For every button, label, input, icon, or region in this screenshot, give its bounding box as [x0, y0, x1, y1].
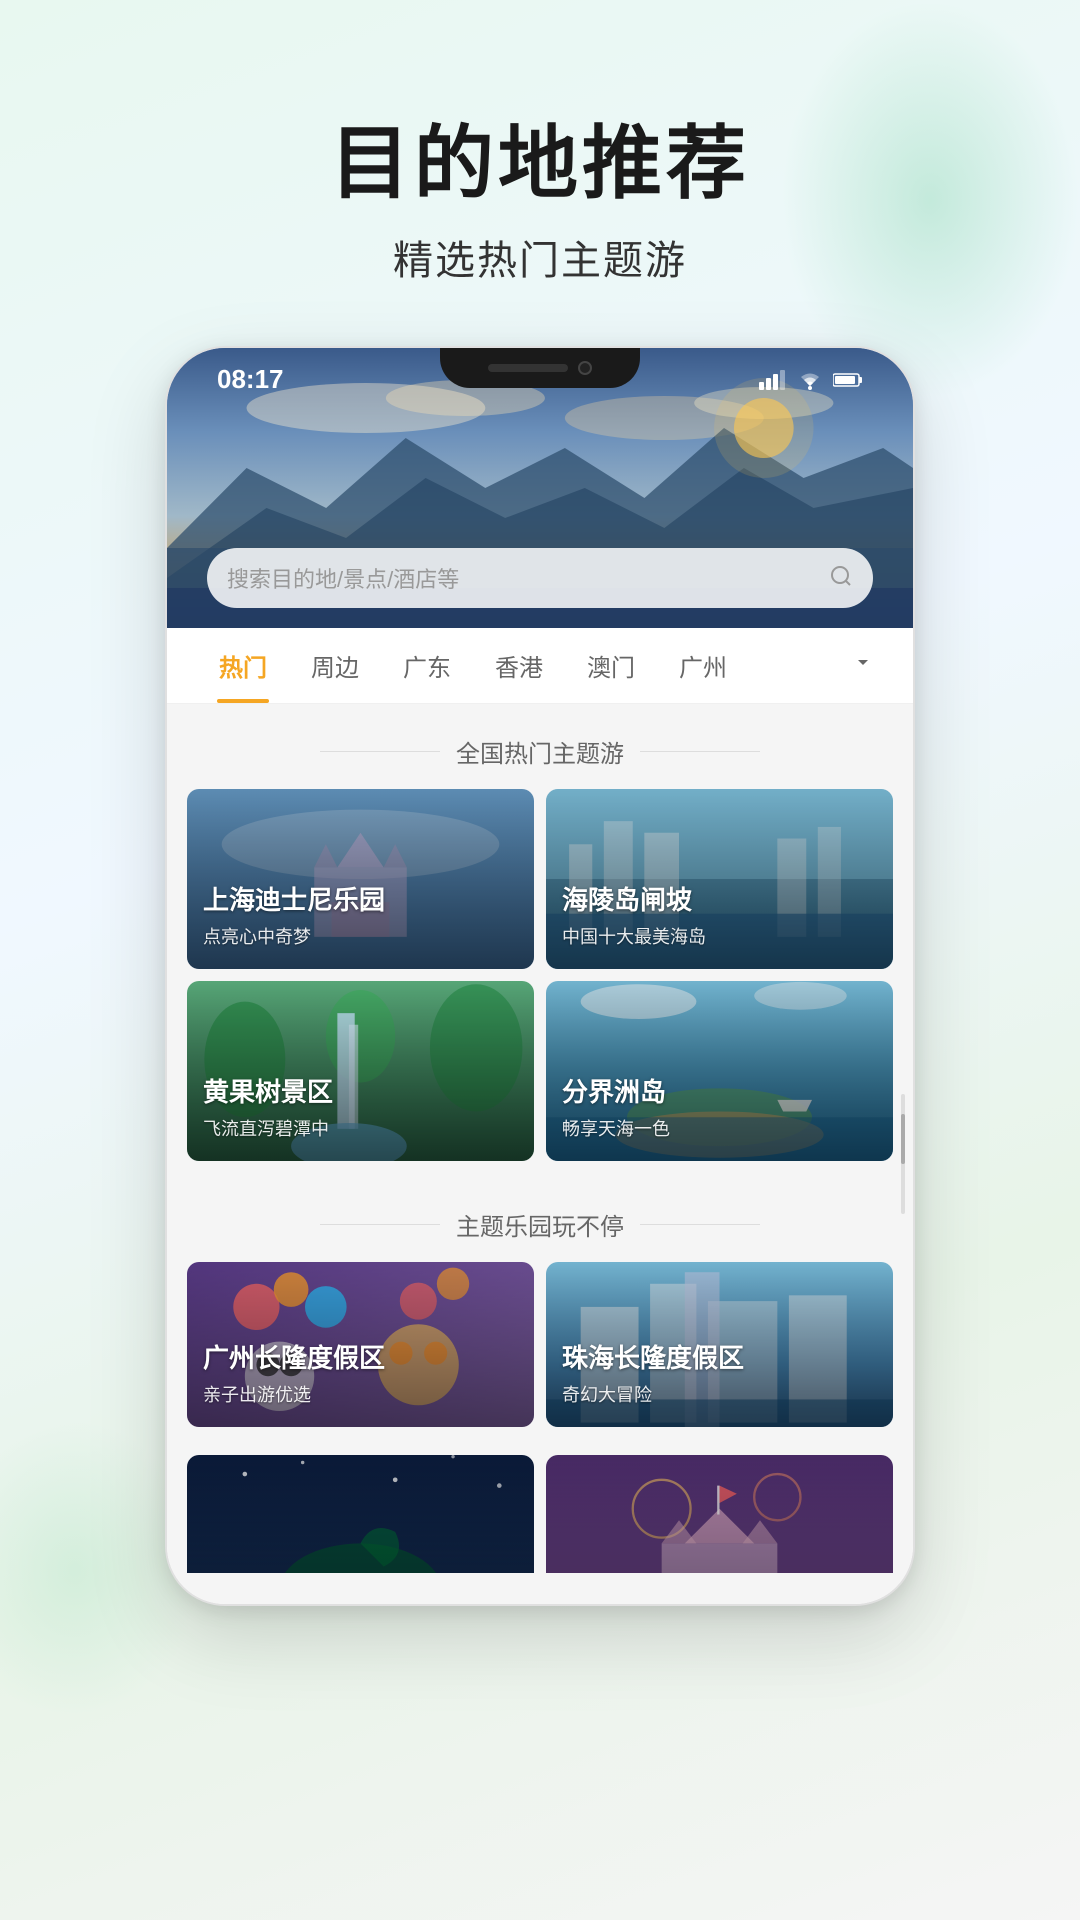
nav-tabs: 热门 周边 广东 香港 澳门 广州 — [167, 628, 913, 704]
card-dinosaur[interactable]: 中华恐龙园 — [187, 1455, 534, 1573]
cards-grid-2: 广州长隆度假区 亲子出游优选 — [167, 1262, 913, 1443]
phone-content: 全国热门主题游 — [167, 704, 913, 1604]
card-subtitle-1: 点亮心中奇梦 — [203, 923, 518, 949]
card-subtitle-6: 奇幻大冒险 — [562, 1381, 877, 1407]
card-overlay-8 — [546, 1455, 893, 1573]
card-shanghai-disney[interactable]: 上海迪士尼乐园 点亮心中奇梦 — [187, 789, 534, 969]
notch-speaker — [488, 364, 568, 372]
cards-grid-3-partial: 中华恐龙园 — [167, 1443, 913, 1573]
cards-grid-1: 上海迪士尼乐园 点亮心中奇梦 — [167, 789, 913, 1177]
phone-mockup: 08:17 — [165, 346, 915, 1606]
card-hk-disney[interactable]: 香港迪士尼 — [546, 1455, 893, 1573]
section-title-1: 全国热门主题游 — [167, 704, 913, 789]
search-bar[interactable]: 搜索目的地/景点/酒店等 — [207, 548, 873, 608]
card-title-5: 广州长隆度假区 — [203, 1338, 518, 1375]
card-title-6: 珠海长隆度假区 — [562, 1338, 877, 1375]
sub-title: 精选热门主题游 — [40, 228, 1040, 286]
card-overlay-7 — [187, 1455, 534, 1573]
search-placeholder-text: 搜索目的地/景点/酒店等 — [227, 562, 817, 594]
phone-container: 08:17 — [0, 346, 1080, 1606]
card-title-4: 分界洲岛 — [562, 1072, 877, 1109]
card-gz-changlong[interactable]: 广州长隆度假区 亲子出游优选 — [187, 1262, 534, 1427]
phone-scrollbar — [901, 1094, 905, 1214]
card-text-4: 分界洲岛 畅享天海一色 — [562, 1072, 877, 1141]
phone-notch — [440, 348, 640, 388]
card-subtitle-5: 亲子出游优选 — [203, 1381, 518, 1407]
notch-camera — [578, 361, 592, 375]
card-title-3: 黄果树景区 — [203, 1072, 518, 1109]
status-icons — [759, 370, 863, 390]
card-subtitle-2: 中国十大最美海岛 — [562, 923, 877, 949]
card-hailingdao[interactable]: 海陵岛闸坡 中国十大最美海岛 — [546, 789, 893, 969]
hero-image: 08:17 — [167, 348, 913, 628]
nav-tab-nearby[interactable]: 周边 — [289, 628, 381, 703]
signal-icon — [759, 370, 787, 390]
status-time: 08:17 — [217, 364, 284, 395]
wifi-icon — [797, 370, 823, 390]
nav-tab-macao[interactable]: 澳门 — [565, 628, 657, 703]
nav-dropdown-arrow[interactable] — [843, 633, 883, 699]
card-fenjiezhu[interactable]: 分界洲岛 畅享天海一色 — [546, 981, 893, 1161]
card-text-1: 上海迪士尼乐园 点亮心中奇梦 — [203, 880, 518, 949]
card-text-6: 珠海长隆度假区 奇幻大冒险 — [562, 1338, 877, 1407]
card-subtitle-4: 畅享天海一色 — [562, 1115, 877, 1141]
section-title-2: 主题乐园玩不停 — [167, 1177, 913, 1262]
nav-tab-guangdong[interactable]: 广东 — [381, 628, 473, 703]
phone-scrollbar-thumb — [901, 1114, 905, 1164]
search-icon — [829, 564, 853, 593]
nav-tab-guangzhou[interactable]: 广州 — [657, 628, 749, 703]
card-zh-changlong[interactable]: 珠海长隆度假区 奇幻大冒险 — [546, 1262, 893, 1427]
card-text-2: 海陵岛闸坡 中国十大最美海岛 — [562, 880, 877, 949]
card-text-5: 广州长隆度假区 亲子出游优选 — [203, 1338, 518, 1407]
card-huangguoshu[interactable]: 黄果树景区 飞流直泻碧潭中 — [187, 981, 534, 1161]
header-section: 目的地推荐 精选热门主题游 — [0, 0, 1080, 346]
card-title-2: 海陵岛闸坡 — [562, 880, 877, 917]
main-title: 目的地推荐 — [40, 120, 1040, 208]
card-title-1: 上海迪士尼乐园 — [203, 880, 518, 917]
nav-tab-hongkong[interactable]: 香港 — [473, 628, 565, 703]
nav-tab-hot[interactable]: 热门 — [197, 628, 289, 703]
battery-icon — [833, 372, 863, 388]
card-text-3: 黄果树景区 飞流直泻碧潭中 — [203, 1072, 518, 1141]
card-subtitle-3: 飞流直泻碧潭中 — [203, 1115, 518, 1141]
